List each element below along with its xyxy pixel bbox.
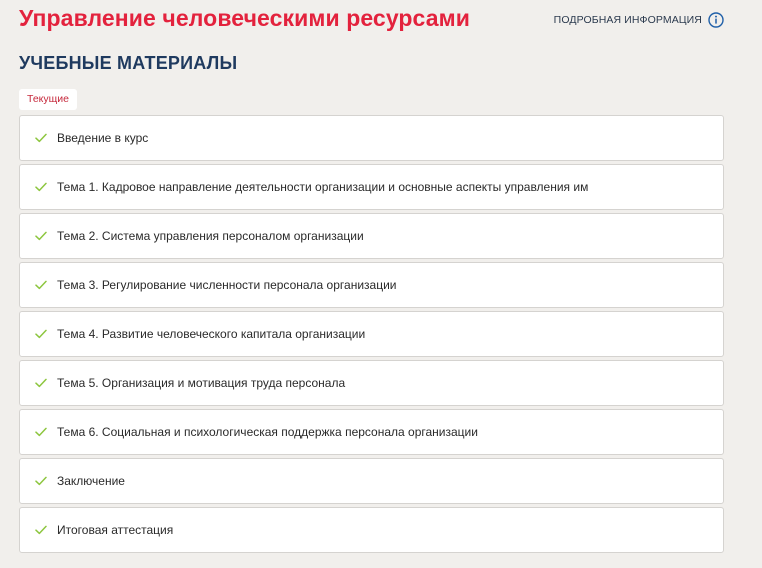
check-icon [35,378,47,388]
lesson-item[interactable]: Итоговая аттестация [19,507,724,553]
lesson-item[interactable]: Тема 4. Развитие человеческого капитала … [19,311,724,357]
course-header: Управление человеческими ресурсами ПОДРО… [19,4,724,34]
course-title: Управление человеческими ресурсами [19,5,470,31]
lesson-item[interactable]: Тема 2. Система управления персоналом ор… [19,213,724,259]
more-info-label: ПОДРОБНАЯ ИНФОРМАЦИЯ [553,14,702,26]
lesson-item[interactable]: Тема 3. Регулирование численности персон… [19,262,724,308]
check-icon [35,476,47,486]
check-icon [35,525,47,535]
lesson-label: Тема 4. Развитие человеческого капитала … [57,327,366,341]
check-icon [35,182,47,192]
lesson-item[interactable]: Тема 1. Кадровое направление деятельност… [19,164,724,210]
lesson-item[interactable]: Заключение [19,458,724,504]
lesson-label: Введение в курс [57,131,149,145]
check-icon [35,231,47,241]
more-info-link[interactable]: ПОДРОБНАЯ ИНФОРМАЦИЯ [554,12,724,28]
lesson-item[interactable]: Тема 6. Социальная и психологическая под… [19,409,724,455]
check-icon [35,133,47,143]
lesson-label: Тема 3. Регулирование численности персон… [57,278,397,292]
lesson-label: Тема 1. Кадровое направление деятельност… [57,180,589,194]
check-icon [35,280,47,290]
lesson-label: Заключение [57,474,125,488]
lesson-label: Тема 5. Организация и мотивация труда пе… [57,376,346,390]
lesson-list: Введение в курс Тема 1. Кадровое направле… [19,115,724,556]
lesson-item[interactable]: Введение в курс [19,115,724,161]
info-circle-icon [708,12,724,28]
check-icon [35,329,47,339]
check-icon [35,427,47,437]
tab-current[interactable]: Текущие [19,89,77,110]
lesson-label: Итоговая аттестация [57,523,174,537]
lesson-label: Тема 2. Система управления персоналом ор… [57,229,364,243]
section-title: УЧЕБНЫЕ МАТЕРИАЛЫ [19,53,238,73]
lesson-label: Тема 6. Социальная и психологическая под… [57,425,478,439]
lesson-item[interactable]: Тема 5. Организация и мотивация труда пе… [19,360,724,406]
